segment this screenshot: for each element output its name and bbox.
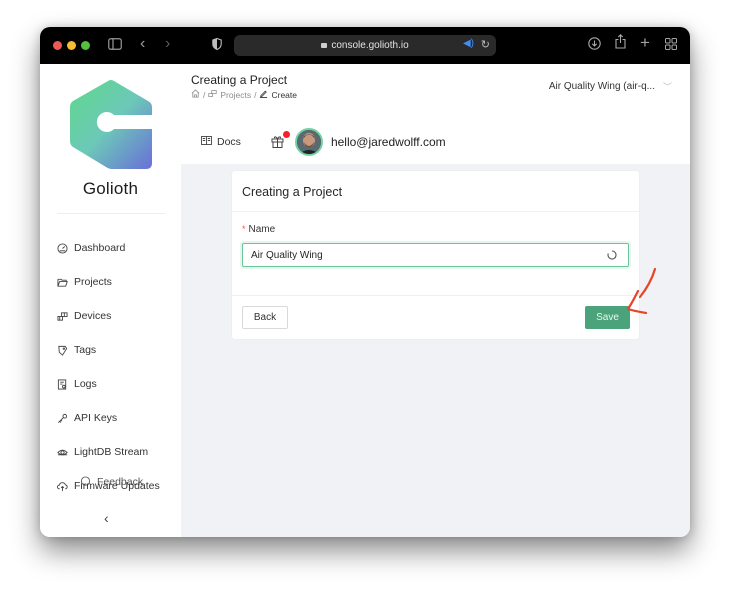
card-divider (232, 211, 639, 212)
tab-overview-icon[interactable] (665, 36, 677, 54)
new-tab-icon[interactable]: + (640, 34, 650, 52)
feedback-link[interactable]: Feedback (80, 476, 143, 488)
sidebar-item-label: Logs (74, 378, 97, 390)
project-selector-value: Air Quality Wing (air-q... (548, 81, 655, 92)
breadcrumb-separator: / (254, 89, 257, 100)
privacy-shield-icon[interactable] (212, 36, 222, 54)
user-email[interactable]: hello@jaredwolff.com (331, 135, 446, 149)
brand-name: Golioth (82, 179, 139, 198)
sidebar-item-label: LightDB Stream (74, 446, 149, 458)
forward-nav-icon[interactable]: › (165, 35, 170, 53)
dashboard-icon (56, 242, 68, 254)
docs-label: Docs (217, 136, 241, 148)
browser-toolbar: ‹ › console.golioth.io ◀) ↻ + (40, 27, 690, 64)
sidebar-item-label: Devices (74, 310, 112, 322)
tag-icon (56, 344, 68, 356)
name-field-label: * Name (242, 224, 275, 235)
share-icon[interactable] (615, 34, 626, 53)
back-nav-icon[interactable]: ‹ (140, 35, 145, 53)
sidebar-item-label: Projects (74, 276, 112, 288)
chevron-left-icon[interactable]: ‹ (104, 510, 109, 526)
sidebar-divider (57, 213, 165, 214)
sidebar-item-devices[interactable]: Devices (56, 307, 111, 325)
required-mark: * (242, 224, 246, 234)
sidebar-toggle-icon[interactable] (108, 36, 122, 54)
address-bar[interactable]: console.golioth.io ◀) ↻ (234, 35, 496, 56)
breadcrumb-separator: / (203, 89, 206, 100)
breadcrumb-create: Create (271, 89, 297, 100)
breadcrumb: / Projects / Create (191, 89, 297, 100)
lock-icon (321, 43, 328, 48)
book-icon (201, 136, 212, 148)
sidebar-item-tags[interactable]: Tags (56, 341, 96, 359)
page-header: Creating a Project / Projects / Create A… (181, 64, 690, 164)
feedback-label: Feedback (97, 476, 144, 488)
speaker-icon[interactable]: ◀) (463, 38, 474, 49)
sidebar-item-label: Tags (74, 344, 97, 356)
sidebar-item-label: Dashboard (74, 242, 126, 254)
devices-icon (208, 89, 217, 100)
home-icon[interactable] (191, 89, 200, 100)
feedback-icon (80, 476, 92, 488)
gift-icon (271, 136, 284, 148)
sidebar-item-lightdb-stream[interactable]: LightDB Stream (56, 443, 148, 461)
cloud-upload-icon (56, 480, 68, 492)
stream-icon (56, 446, 68, 458)
avatar[interactable] (294, 128, 323, 156)
docs-link[interactable]: Docs (201, 136, 241, 148)
edit-icon (259, 89, 268, 100)
zoom-window-button[interactable] (81, 41, 90, 50)
sidebar: Golioth Dashboard Projects Devices Tags … (40, 64, 181, 537)
project-name-input[interactable] (242, 243, 629, 267)
sidebar-item-projects[interactable]: Projects (56, 273, 112, 291)
sidebar-item-dashboard[interactable]: Dashboard (56, 239, 125, 257)
page-title: Creating a Project (191, 73, 288, 87)
notification-dot (282, 131, 290, 138)
annotation-arrow-icon (626, 267, 657, 315)
reload-icon[interactable]: ↻ (481, 38, 490, 51)
sidebar-item-label: API Keys (74, 412, 118, 424)
sidebar-item-logs[interactable]: Logs (56, 375, 97, 393)
card-title: Creating a Project (242, 185, 343, 199)
download-icon[interactable] (588, 36, 601, 54)
create-project-card: Creating a Project *Name Back Save (232, 171, 639, 339)
logs-icon (56, 378, 68, 390)
back-button[interactable]: Back (242, 306, 288, 329)
name-label-text: Name (248, 224, 276, 235)
chevron-down-icon: ﹀ (662, 82, 672, 92)
golioth-logo-icon[interactable] (68, 79, 154, 171)
sidebar-item-api-keys[interactable]: API Keys (56, 409, 117, 427)
address-url: console.golioth.io (331, 40, 409, 51)
close-window-button[interactable] (53, 41, 62, 50)
card-footer-divider (232, 295, 639, 296)
main-content: Creating a Project *Name Back Save (181, 164, 690, 537)
gift-button[interactable] (271, 131, 290, 149)
breadcrumb-projects[interactable]: Projects (220, 90, 251, 100)
folder-icon (56, 276, 68, 288)
project-selector[interactable]: Air Quality Wing (air-q... ﹀ (549, 80, 672, 93)
devices-icon (56, 310, 68, 322)
minimize-window-button[interactable] (67, 41, 76, 50)
loading-spinner-icon (607, 250, 617, 260)
key-icon (56, 412, 68, 424)
